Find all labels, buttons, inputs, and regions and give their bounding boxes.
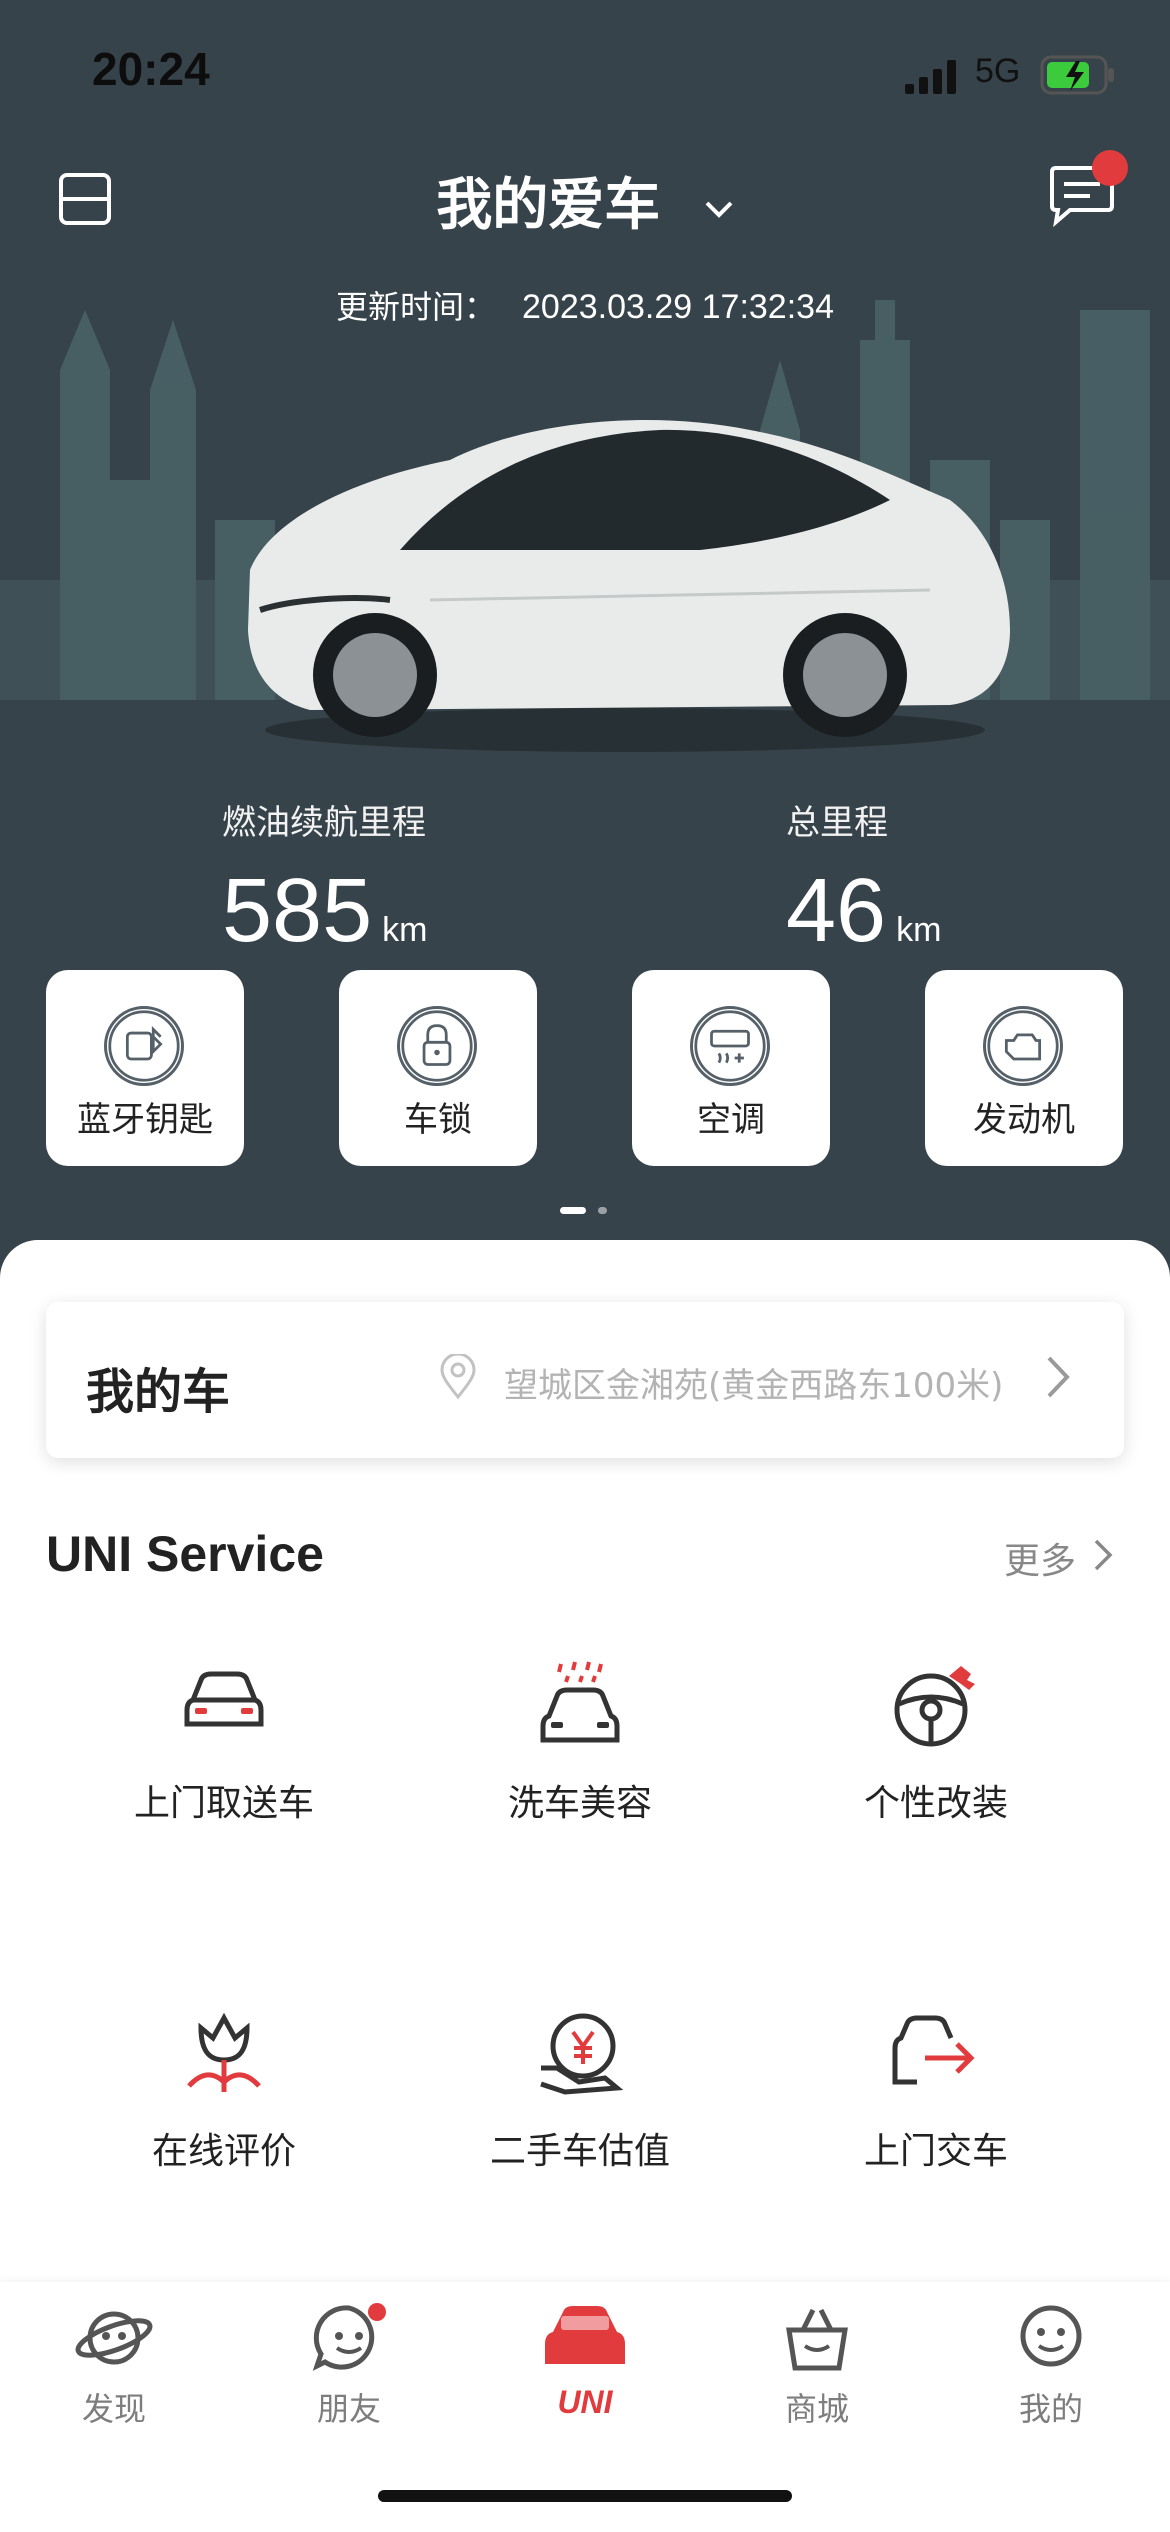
tab-label: 我的 [1018, 2390, 1083, 2428]
service-item[interactable]: 二手车估值 [430, 2008, 730, 2228]
tab-label: 商城 [784, 2390, 849, 2428]
service-item[interactable]: 上门取送车 [74, 1660, 374, 1880]
pager-dot [598, 1207, 607, 1214]
lock-icon [397, 1006, 477, 1086]
profile-face-icon [1020, 2305, 1082, 2367]
location-pin-icon [440, 1354, 476, 1400]
chat-face-icon [312, 2303, 386, 2371]
update-time-label: 更新时间： [336, 288, 497, 326]
car-pickup-icon [184, 1671, 264, 1727]
tab-label: 朋友 [316, 2390, 381, 2428]
update-time-value: 2023.03.29 17:32:34 [522, 288, 834, 326]
fuel-range-unit: km [382, 911, 428, 949]
control-label: 车锁 [404, 1100, 472, 1140]
air-conditioner-icon [690, 1006, 770, 1086]
fuel-range-value: 585 [222, 861, 373, 961]
control-label: 发动机 [973, 1100, 1075, 1140]
notification-dot [1092, 150, 1128, 186]
total-mileage-label: 总里程 [786, 803, 888, 843]
uni-car-icon [545, 2306, 625, 2364]
service-section-title: UNI Service [46, 1526, 324, 1582]
service-label: 在线评价 [151, 2131, 296, 2172]
steering-wheel-wrench-icon [894, 1666, 975, 1747]
service-item[interactable]: 个性改装 [786, 1660, 1086, 1880]
service-item[interactable]: 在线评价 [74, 2008, 374, 2228]
fuel-range-stat: 燃油续航里程 585 km [222, 795, 428, 975]
network-type: 5G [975, 52, 1021, 90]
car-location: 望城区金湘苑(黄金西路东100米) [504, 1366, 1004, 1406]
page-title: 我的爱车 [436, 173, 661, 238]
signal-icon [905, 60, 956, 94]
battery-icon [1040, 55, 1114, 95]
service-label: 二手车估值 [489, 2131, 670, 2172]
tab-discover[interactable]: 发现 [34, 2302, 194, 2430]
car-selector[interactable]: 我的爱车 [0, 160, 1170, 241]
control-air-conditioner[interactable]: 空调 [632, 970, 830, 1166]
bluetooth-key-icon [104, 1006, 184, 1086]
more-link[interactable]: 更多 [1004, 1532, 1076, 1584]
total-mileage-stat: 总里程 46 km [786, 795, 941, 975]
chevron-right-icon [1047, 1356, 1070, 1398]
tab-label: 发现 [81, 2390, 146, 2428]
status-time: 20:24 [92, 43, 210, 95]
home-indicator[interactable] [378, 2490, 792, 2502]
service-label: 上门取送车 [133, 1783, 314, 1824]
tab-label: UNI [557, 2384, 613, 2420]
tab-mine[interactable]: 我的 [971, 2302, 1131, 2430]
control-engine[interactable]: 发动机 [925, 970, 1123, 1166]
chevron-down-icon [705, 201, 733, 218]
my-car-title: 我的车 [86, 1364, 231, 1420]
fuel-range-label: 燃油续航里程 [222, 803, 426, 843]
total-mileage-value: 46 [786, 861, 887, 961]
message-button[interactable] [1046, 150, 1128, 228]
update-time: 更新时间： 2023.03.29 17:32:34 [0, 282, 1170, 328]
my-car-card[interactable]: 我的车 望城区金湘苑(黄金西路东100米) [46, 1302, 1124, 1458]
control-label: 蓝牙钥匙 [77, 1100, 213, 1140]
chevron-right-icon[interactable] [1092, 1538, 1114, 1572]
tab-uni[interactable]: UNI [505, 2302, 665, 2421]
car-image [248, 420, 1010, 752]
control-lock[interactable]: 车锁 [339, 970, 537, 1166]
car-delivery-icon [892, 2015, 975, 2085]
engine-icon [983, 1006, 1063, 1086]
service-label: 上门交车 [863, 2131, 1008, 2172]
tab-friends[interactable]: 朋友 [269, 2302, 429, 2430]
control-label: 空调 [697, 1100, 765, 1140]
service-label: 个性改装 [863, 1783, 1008, 1824]
tulip-icon [187, 2012, 261, 2092]
shopping-bag-icon [786, 2308, 848, 2371]
service-item[interactable]: 上门交车 [786, 2008, 1086, 2228]
tab-mall[interactable]: 商城 [737, 2302, 897, 2430]
total-mileage-unit: km [896, 911, 942, 949]
car-wash-icon [540, 1661, 620, 1743]
control-bluetooth-key[interactable]: 蓝牙钥匙 [46, 970, 244, 1166]
service-label: 洗车美容 [507, 1783, 652, 1824]
planet-icon [75, 2311, 153, 2365]
pager-dot-active [560, 1207, 586, 1214]
service-item[interactable]: 洗车美容 [430, 1660, 730, 1880]
yuan-hand-icon [540, 2013, 624, 2095]
status-bar: 20:24 5G [0, 0, 1170, 140]
